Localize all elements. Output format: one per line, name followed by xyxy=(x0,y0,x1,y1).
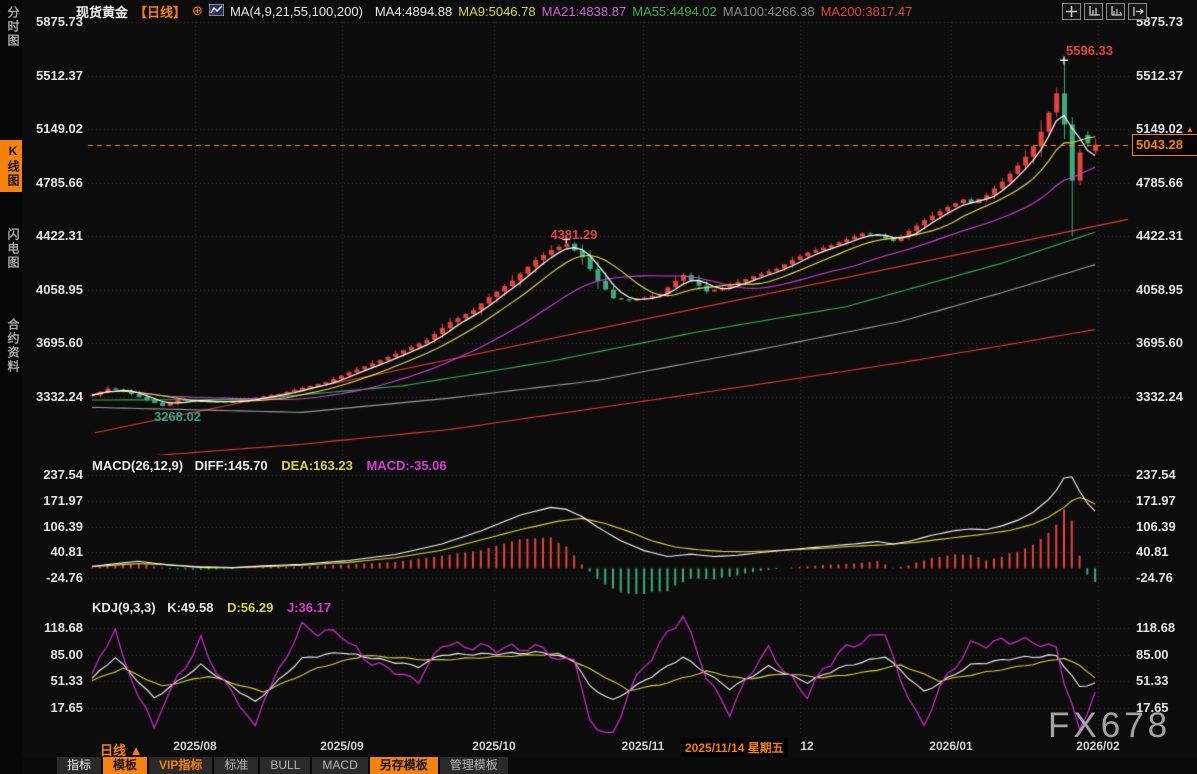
price-tick-label: 3695.60 xyxy=(25,335,83,350)
toolbar-tabs: 指标模板VIP指标标准BULLMACD另存模板管理模板 xyxy=(57,757,508,774)
timeframe-arrow-icon: ▲ xyxy=(130,743,143,758)
kdj-tick-label: 51.33 xyxy=(25,673,83,688)
macd-tick-label: 40.81 xyxy=(1136,544,1194,559)
price-tick-label: 4422.31 xyxy=(25,228,83,243)
toolbar-tab[interactable]: 另存模板 xyxy=(370,757,438,774)
swing-high-label: 5596.33 xyxy=(1066,43,1113,58)
x-axis-label: 2026/01 xyxy=(929,739,972,753)
macd-tick-label: 40.81 xyxy=(25,544,83,559)
price-tick-label: 4785.66 xyxy=(25,175,83,190)
toolbar-tab[interactable]: 模板 xyxy=(103,757,147,774)
x-axis-label: 12 xyxy=(800,739,813,753)
price-tick-label: 5512.37 xyxy=(25,68,83,83)
kdj-tick-label: 85.00 xyxy=(1136,647,1194,662)
price-tick-label: 5149.02 xyxy=(25,121,83,136)
x-axis-label: 2025/08 xyxy=(173,739,216,753)
period-label[interactable]: 【日线】 xyxy=(134,2,186,21)
macd-tick-label: 171.97 xyxy=(1136,493,1194,508)
x-axis-label: 2025/09 xyxy=(320,739,363,753)
y-axis-scale-icon[interactable] xyxy=(1084,3,1103,20)
price-tick-label: 3332.24 xyxy=(25,389,83,404)
price-tick-label: 4785.66 xyxy=(1136,175,1194,190)
selected-date-tag: 2025/11/14 星期五 xyxy=(681,738,788,757)
price-tick-label: 3695.60 xyxy=(1136,335,1194,350)
add-indicator-icon[interactable]: ⊕ xyxy=(192,3,203,19)
ma-value: MA200:3817.47 xyxy=(821,4,913,19)
chart-canvas[interactable] xyxy=(0,0,1197,774)
swing-low-label: 3268.02 xyxy=(154,409,201,424)
price-tick-label: 4422.31 xyxy=(1136,228,1194,243)
sidebar-tab[interactable]: 分时图 xyxy=(0,6,22,48)
macd-macd-value: MACD:-35.06 xyxy=(366,458,446,473)
macd-header: MACD(26,12,9) DIFF:145.70 DEA:163.23 MAC… xyxy=(92,458,447,473)
toolbar-tab[interactable]: 标准 xyxy=(214,757,258,774)
ma-value: MA21:4838.87 xyxy=(542,4,627,19)
symbol-name: 现货黄金 xyxy=(76,2,128,21)
kdj-tick-label: 118.68 xyxy=(25,620,83,635)
kdj-k-value: K:49.58 xyxy=(167,600,213,615)
toolbar-tab[interactable]: VIP指标 xyxy=(149,757,212,774)
ma-value: MA9:5046.78 xyxy=(458,4,535,19)
price-tick-label: 4058.95 xyxy=(25,282,83,297)
price-tag-arrow-icon[interactable]: ▲ xyxy=(1186,125,1194,134)
macd-title: MACD(26,12,9) xyxy=(92,458,183,473)
macd-dea-value: DEA:163.23 xyxy=(281,458,353,473)
timeframe-label: 日线 xyxy=(100,743,126,758)
macd-tick-label: 106.39 xyxy=(1136,519,1194,534)
macd-tick-label: 237.54 xyxy=(1136,467,1194,482)
trading-app-window: 分时图 K线图闪电图合约资料 现货黄金 【日线】 ⊕ MA(4,9,21,55,1… xyxy=(0,0,1197,774)
kdj-tick-label: 118.68 xyxy=(1136,620,1194,635)
macd-tick-label: -24.76 xyxy=(25,570,83,585)
kdj-header: KDJ(9,3,3) K:49.58 D:56.29 J:36.17 xyxy=(92,600,331,615)
kdj-tick-label: 85.00 xyxy=(25,647,83,662)
sidebar-tab[interactable]: 闪电图 xyxy=(0,228,22,270)
price-tick-label: 5875.73 xyxy=(25,14,83,29)
ma-value: MA100:4266.38 xyxy=(723,4,815,19)
sidebar: 分时图 K线图闪电图合约资料 xyxy=(0,0,22,774)
price-tick-label: 4058.95 xyxy=(1136,282,1194,297)
kdj-title: KDJ(9,3,3) xyxy=(92,600,156,615)
macd-tick-label: 171.97 xyxy=(25,493,83,508)
last-price-tag: 5043.28 xyxy=(1132,134,1197,156)
macd-tick-label: 237.54 xyxy=(25,467,83,482)
kdj-j-value: J:36.17 xyxy=(287,600,331,615)
sidebar-tab[interactable]: 合约资料 xyxy=(0,318,22,374)
chart-header: 现货黄金 【日线】 ⊕ MA(4,9,21,55,100,200) MA4:48… xyxy=(76,2,912,20)
price-tick-label: 3332.24 xyxy=(1136,389,1194,404)
x-axis-scale-icon[interactable] xyxy=(1106,3,1125,20)
price-tick-label: 5512.37 xyxy=(1136,68,1194,83)
kdj-tick-label: 17.65 xyxy=(1136,700,1194,715)
pop-out-icon[interactable] xyxy=(1128,3,1147,20)
prior-high-label: 4381.29 xyxy=(550,227,597,242)
ma-value: MA55:4494.02 xyxy=(632,4,717,19)
ma-value: MA4:4894.88 xyxy=(375,4,452,19)
kdj-tick-label: 51.33 xyxy=(1136,673,1194,688)
ma-settings-label: MA(4,9,21,55,100,200) xyxy=(230,4,363,19)
toolbar-tab[interactable]: MACD xyxy=(312,757,367,774)
ma-values: MA4:4894.88 MA9:5046.78 MA21:4838.87 MA55:4… xyxy=(369,4,912,19)
sidebar-tab[interactable]: K线图 xyxy=(0,140,22,192)
pan-icon[interactable] xyxy=(1062,3,1081,20)
x-axis-label: 2025/10 xyxy=(472,739,515,753)
kdj-d-value: D:56.29 xyxy=(227,600,273,615)
toolbar-tab[interactable]: 管理模板 xyxy=(440,757,508,774)
chart-style-icon[interactable] xyxy=(209,4,224,19)
toolbar-tab[interactable]: BULL xyxy=(260,757,310,774)
toolbar-tab[interactable]: 指标 xyxy=(57,757,101,774)
macd-tick-label: 106.39 xyxy=(25,519,83,534)
x-axis-label: 2025/11 xyxy=(622,739,665,753)
macd-diff-value: DIFF:145.70 xyxy=(195,458,268,473)
kdj-tick-label: 17.65 xyxy=(25,700,83,715)
window-icons xyxy=(1062,3,1147,20)
macd-tick-label: -24.76 xyxy=(1136,570,1194,585)
x-axis-label: 2026/02 xyxy=(1076,739,1119,753)
